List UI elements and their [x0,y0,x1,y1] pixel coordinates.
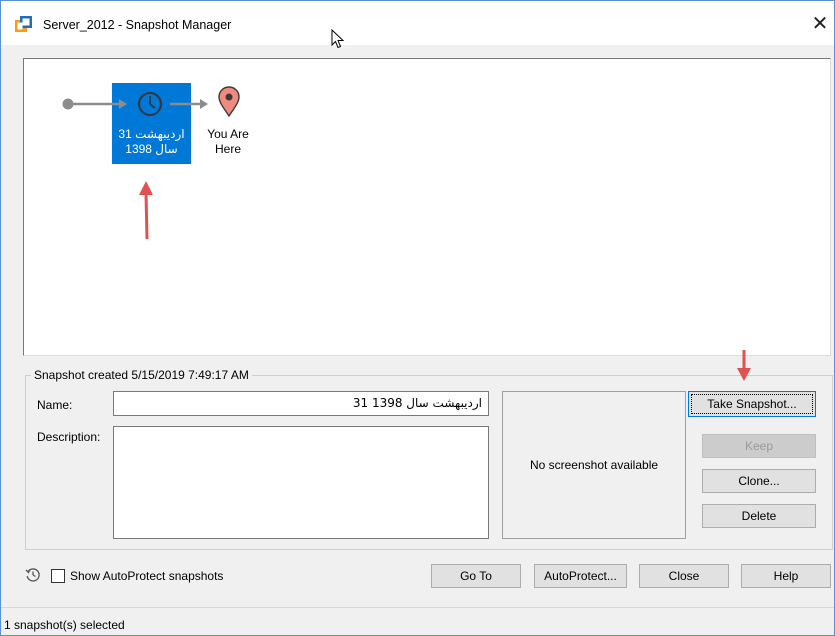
screenshot-preview: No screenshot available [502,391,686,539]
autoprotect-history-icon [25,567,41,586]
root-node-icon [62,98,74,110]
you-are-here-node[interactable]: You Are Here [198,127,258,157]
name-field[interactable]: اردیبهشت سال 1398 31 [113,391,489,416]
show-autoprotect-label[interactable]: Show AutoProtect snapshots [70,569,223,583]
title-bar: Server_2012 - Snapshot Manager ✕ [1,1,834,49]
mouse-cursor-icon [331,28,345,52]
autoprotect-button[interactable]: AutoProtect... [534,564,627,588]
description-field[interactable] [113,426,489,539]
description-label: Description: [37,430,101,444]
snapshot-tree-panel[interactable]: اردیبهشت 31 سال 1398 You Are Here [23,58,831,356]
clone-button[interactable]: Clone... [702,469,816,493]
snapshot-label-line2: سال 1398 [125,142,178,156]
vmware-app-icon [14,15,34,33]
you-are-here-line2: Here [214,142,241,156]
clock-icon [137,91,163,117]
take-snapshot-button[interactable]: Take Snapshot... [688,391,816,417]
go-to-button[interactable]: Go To [431,564,521,588]
snapshot-node-label: اردیبهشت 31 سال 1398 [112,127,191,157]
location-pin-icon [218,86,240,118]
show-autoprotect-checkbox[interactable] [51,569,65,583]
annotation-arrow-up-icon [139,181,153,240]
status-bar: 1 snapshot(s) selected [1,607,834,635]
no-screenshot-text: No screenshot available [529,458,659,472]
snapshot-manager-window: Server_2012 - Snapshot Manager ✕ اردیبهش… [0,0,835,636]
annotation-arrow-down-icon [737,350,751,381]
help-button[interactable]: Help [741,564,831,588]
window-title: Server_2012 - Snapshot Manager [43,18,232,32]
delete-button[interactable]: Delete [702,504,816,528]
snapshot-created-heading: Snapshot created 5/15/2019 7:49:17 AM [31,368,252,382]
keep-button[interactable]: Keep [702,434,816,458]
snapshot-label-line1: اردیبهشت 31 [118,127,185,141]
status-text: 1 snapshot(s) selected [4,618,125,632]
close-button[interactable]: Close [639,564,729,588]
close-window-button[interactable]: ✕ [807,10,833,36]
name-label: Name: [37,398,73,412]
snapshot-tree-graph [62,86,240,240]
you-are-here-line1: You Are [207,127,249,141]
